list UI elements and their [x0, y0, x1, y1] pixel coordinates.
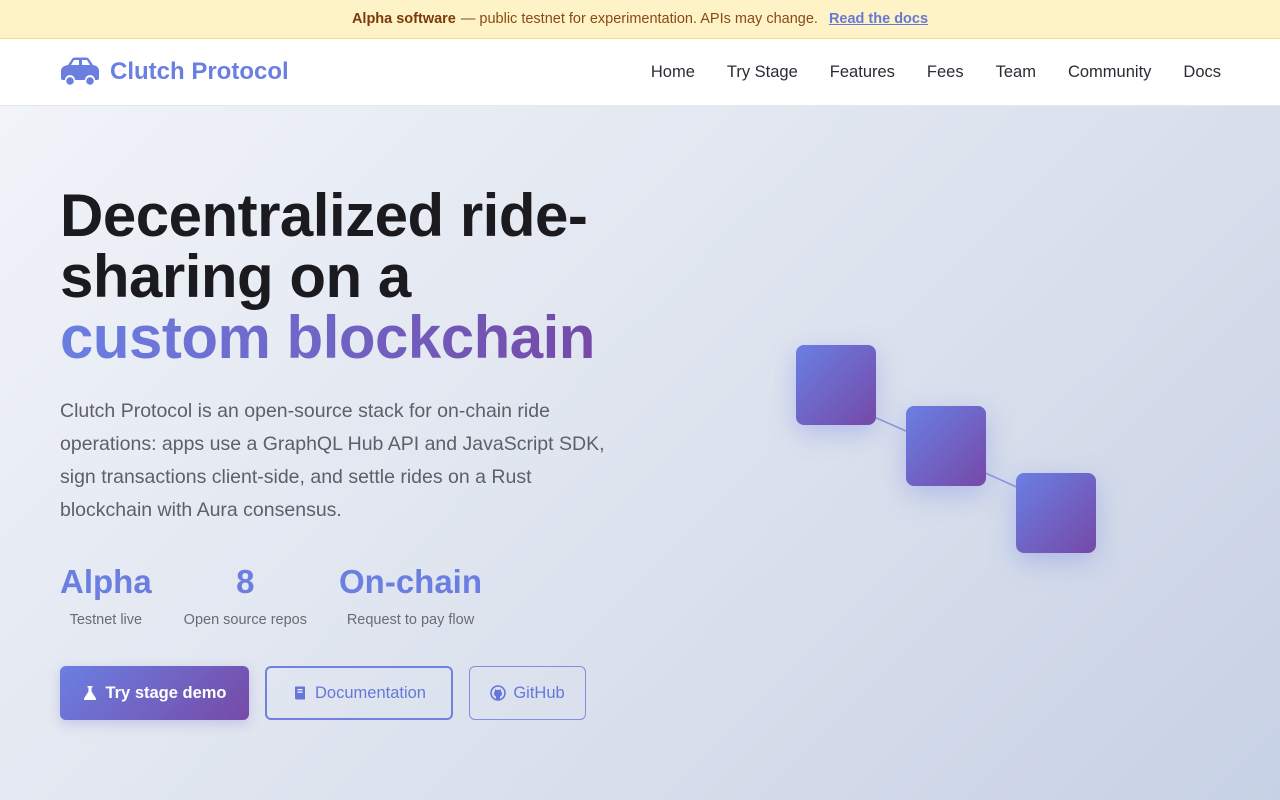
flask-icon — [84, 686, 97, 700]
hero-title-line2: sharing on a — [60, 243, 411, 310]
stat-value: On-chain — [339, 563, 483, 600]
nav-item-try-stage[interactable]: Try Stage — [727, 63, 798, 82]
hero-title: Decentralized ride- sharing on a custom … — [60, 185, 680, 368]
hero-title-highlight: custom blockchain — [60, 304, 595, 371]
stat-value: Alpha — [60, 563, 152, 600]
chain-block-1 — [796, 345, 876, 425]
hero-description: Clutch Protocol is an open-source stack … — [60, 400, 605, 521]
banner-strong-text: Alpha software — [351, 11, 456, 27]
alpha-banner: Alpha software — public testnet for expe… — [0, 0, 1280, 39]
stat-testnet: Alpha Testnet live — [60, 562, 152, 628]
nav-item-features[interactable]: Features — [830, 63, 895, 82]
top-nav: Clutch Protocol Home Try Stage Features … — [0, 39, 1280, 106]
github-button[interactable]: GitHub — [469, 666, 586, 720]
stat-label: Open source repos — [183, 612, 307, 628]
banner-text: — public testnet for experimentation. AP… — [460, 11, 818, 27]
documentation-label: Documentation — [315, 683, 426, 702]
chain-block-3 — [1016, 473, 1096, 553]
documentation-button[interactable]: Documentation — [265, 666, 453, 720]
read-docs-link[interactable]: Read the docs — [829, 11, 928, 27]
try-stage-demo-button[interactable]: Try stage demo — [60, 666, 249, 720]
stat-label: Request to pay flow — [346, 612, 475, 628]
stat-label: Testnet live — [69, 612, 143, 628]
stat-onchain: On-chain Request to pay flow — [339, 562, 482, 628]
try-stage-demo-label: Try stage demo — [105, 683, 227, 702]
nav-item-docs[interactable]: Docs — [1183, 63, 1221, 82]
car-icon — [61, 57, 99, 87]
github-label: GitHub — [513, 683, 565, 702]
book-icon — [295, 686, 305, 700]
hero-buttons: Try stage demo Documentation GitHub — [60, 666, 602, 720]
nav-item-home[interactable]: Home — [651, 63, 695, 82]
hero-title-line1: Decentralized ride- — [60, 182, 588, 249]
chain-block-2 — [906, 406, 986, 486]
stat-repos: 8 Open source repos — [184, 562, 307, 628]
brand-logo[interactable]: Clutch Protocol — [59, 55, 289, 89]
hero-stats: Alpha Testnet live 8 Open source repos O… — [60, 562, 514, 628]
nav-item-community[interactable]: Community — [1068, 63, 1151, 82]
stat-value: 8 — [236, 563, 255, 600]
nav-menu: Home Try Stage Features Fees Team Commun… — [619, 39, 1221, 105]
nav-item-fees[interactable]: Fees — [927, 63, 964, 82]
nav-item-team[interactable]: Team — [996, 63, 1036, 82]
github-icon — [490, 685, 507, 701]
brand-name: Clutch Protocol — [110, 58, 289, 85]
